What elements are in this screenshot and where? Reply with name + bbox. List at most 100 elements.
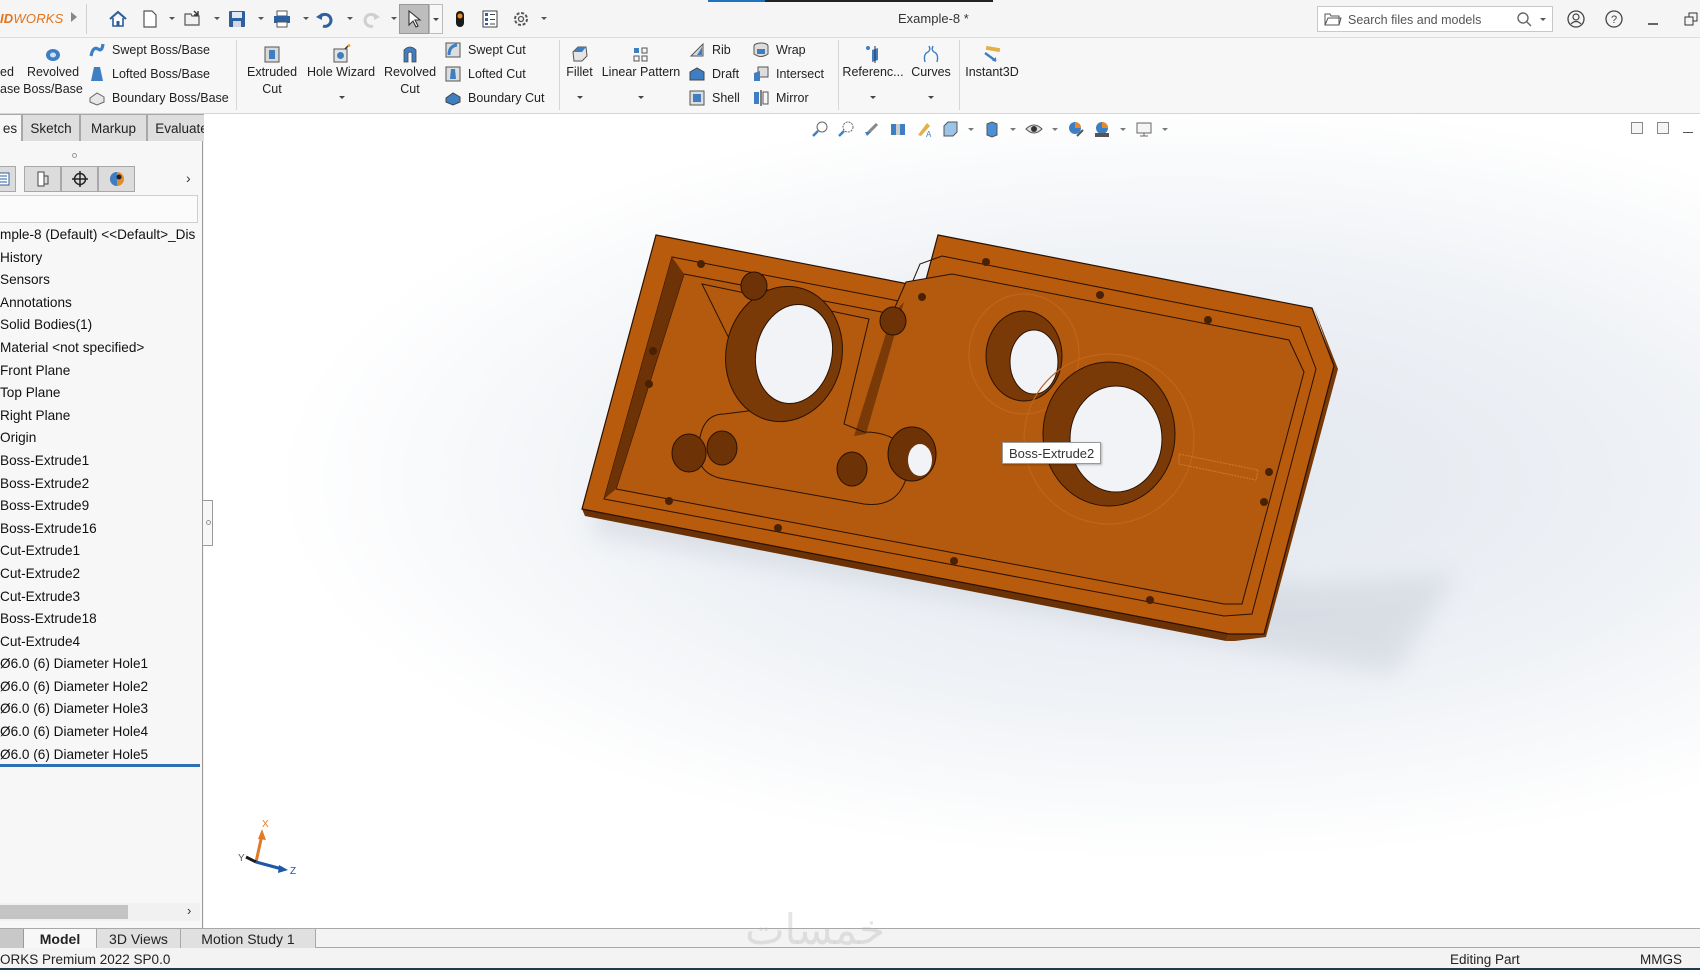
configuration-manager-tab[interactable] — [61, 166, 98, 192]
linear-pattern-dropdown-icon[interactable] — [638, 96, 644, 99]
tree-item-material[interactable]: Material <not specified> — [0, 337, 203, 360]
tree-item-history[interactable]: History — [0, 247, 203, 270]
wrap-button[interactable]: Wrap — [752, 39, 806, 61]
select-dropdown[interactable] — [429, 4, 443, 34]
tree-item-diameter-hole1[interactable]: Ø6.0 (6) Diameter Hole1 — [0, 653, 203, 676]
lofted-cut-button[interactable]: Lofted Cut — [444, 63, 526, 85]
tree-item-diameter-hole5[interactable]: Ø6.0 (6) Diameter Hole5 — [0, 744, 203, 767]
more-tabs-chevron-icon[interactable]: › — [186, 170, 191, 186]
curves-dropdown-icon[interactable] — [928, 96, 934, 99]
view-settings-dropdown-icon[interactable] — [1162, 127, 1168, 131]
display-style-button[interactable] — [982, 119, 1002, 139]
tab-markup[interactable]: Markup — [80, 114, 147, 141]
restore-button[interactable] — [1680, 8, 1700, 30]
tab-sketch[interactable]: Sketch — [22, 114, 80, 141]
undo-dropdown-icon[interactable] — [347, 17, 353, 20]
redo-button[interactable] — [360, 8, 382, 30]
tree-item-diameter-hole4[interactable]: Ø6.0 (6) Diameter Hole4 — [0, 721, 203, 744]
minimize-button[interactable] — [1642, 8, 1664, 30]
account-button[interactable] — [1565, 8, 1587, 30]
lofted-boss-button[interactable]: Lofted Boss/Base — [88, 63, 210, 85]
search-dropdown-icon[interactable] — [1540, 18, 1546, 21]
print-dropdown-icon[interactable] — [303, 17, 309, 20]
zoom-to-area-button[interactable] — [836, 119, 856, 139]
reference-dropdown-icon[interactable] — [870, 96, 876, 99]
options-dropdown-icon[interactable] — [541, 17, 547, 20]
extruded-boss-button[interactable]: ed ase — [0, 64, 20, 98]
save-dropdown-icon[interactable] — [258, 17, 264, 20]
tree-item-boss-extrude16[interactable]: Boss-Extrude16 — [0, 518, 203, 541]
tab-scroll-arrows-icon[interactable] — [0, 929, 24, 948]
view-orientation-button[interactable] — [940, 119, 960, 139]
swept-boss-button[interactable]: Swept Boss/Base — [88, 39, 210, 61]
revolved-boss-button[interactable]: Revolved Boss/Base — [22, 40, 84, 98]
previous-view-button[interactable] — [862, 119, 882, 139]
help-button[interactable]: ? — [1603, 8, 1625, 30]
options-button[interactable] — [510, 8, 532, 30]
mirror-button[interactable]: Mirror — [752, 87, 809, 109]
viewport-minimize-icon[interactable] — [1683, 132, 1693, 133]
tab-features[interactable]: es — [0, 114, 22, 141]
hide-show-dropdown-icon[interactable] — [1052, 127, 1058, 131]
unit-system[interactable]: MMGS — [1640, 952, 1682, 967]
menu-expand-arrow-icon[interactable] — [71, 12, 77, 22]
open-button[interactable] — [182, 8, 204, 30]
panel-grip-icon[interactable] — [72, 153, 77, 158]
apply-scene-dropdown-icon[interactable] — [1120, 127, 1126, 131]
tab-motion-study-1[interactable]: Motion Study 1 — [181, 929, 316, 948]
extruded-cut-button[interactable]: Extruded Cut — [242, 40, 302, 98]
tree-item-right-plane[interactable]: Right Plane — [0, 405, 203, 428]
tree-item-cut-extrude4[interactable]: Cut-Extrude4 — [0, 631, 203, 654]
new-document-button[interactable] — [139, 8, 161, 30]
open-dropdown-icon[interactable] — [214, 17, 220, 20]
fillet-button[interactable]: Fillet — [562, 40, 597, 99]
app-logo[interactable]: IDWORKS — [0, 11, 64, 26]
boundary-boss-button[interactable]: Boundary Boss/Base — [88, 87, 229, 109]
save-button[interactable] — [226, 8, 248, 30]
shell-button[interactable]: Shell — [688, 87, 740, 109]
search-icon[interactable] — [1516, 11, 1533, 28]
redo-dropdown-icon[interactable] — [391, 17, 397, 20]
tree-item-top-plane[interactable]: Top Plane — [0, 382, 203, 405]
rollback-bar[interactable] — [0, 764, 200, 767]
tree-item-diameter-hole2[interactable]: Ø6.0 (6) Diameter Hole2 — [0, 676, 203, 699]
panel-splitter[interactable] — [203, 500, 213, 546]
property-manager-tab[interactable] — [24, 166, 61, 192]
part-model[interactable] — [204, 114, 1700, 928]
boundary-cut-button[interactable]: Boundary Cut — [444, 87, 544, 109]
tab-3d-views[interactable]: 3D Views — [97, 929, 181, 948]
collapse-left-pane-icon[interactable] — [1631, 122, 1643, 134]
print-button[interactable] — [271, 8, 293, 30]
tree-item-cut-extrude1[interactable]: Cut-Extrude1 — [0, 540, 203, 563]
tree-item-diameter-hole3[interactable]: Ø6.0 (6) Diameter Hole3 — [0, 698, 203, 721]
scroll-right-arrow-icon[interactable]: › — [187, 903, 191, 918]
curves-button[interactable]: Curves — [906, 40, 956, 99]
zoom-to-fit-button[interactable] — [810, 119, 830, 139]
tree-item-annotations[interactable]: Annotations — [0, 292, 203, 315]
view-settings-button[interactable] — [1134, 119, 1154, 139]
revolved-cut-button[interactable]: Revolved Cut — [380, 40, 440, 98]
search-input[interactable]: Search files and models — [1317, 6, 1553, 32]
tree-item-boss-extrude2[interactable]: Boss-Extrude2 — [0, 473, 203, 496]
tab-model[interactable]: Model — [24, 929, 97, 948]
home-button[interactable] — [107, 8, 129, 30]
swept-cut-button[interactable]: Swept Cut — [444, 39, 526, 61]
fillet-dropdown-icon[interactable] — [577, 96, 583, 99]
tree-item-part[interactable]: mple-8 (Default) <<Default>_Dis — [0, 224, 203, 247]
edit-appearance-button[interactable] — [1066, 119, 1086, 139]
select-button[interactable] — [399, 4, 429, 34]
reference-geometry-button[interactable]: Referenc... — [842, 40, 904, 99]
tree-item-origin[interactable]: Origin — [0, 427, 203, 450]
linear-pattern-button[interactable]: Linear Pattern — [599, 40, 683, 99]
tree-item-cut-extrude3[interactable]: Cut-Extrude3 — [0, 586, 203, 609]
tree-item-boss-extrude9[interactable]: Boss-Extrude9 — [0, 495, 203, 518]
section-view-button[interactable] — [888, 119, 908, 139]
graphics-area[interactable]: X Y Z — [204, 114, 1700, 928]
hole-wizard-dropdown-icon[interactable] — [339, 96, 345, 99]
tree-filter-input[interactable] — [0, 195, 198, 223]
horizontal-scrollbar[interactable]: › — [0, 903, 200, 921]
rebuild-button[interactable] — [449, 8, 471, 30]
rib-button[interactable]: Rib — [688, 39, 731, 61]
display-manager-tab[interactable] — [98, 166, 135, 192]
tree-item-boss-extrude1[interactable]: Boss-Extrude1 — [0, 450, 203, 473]
